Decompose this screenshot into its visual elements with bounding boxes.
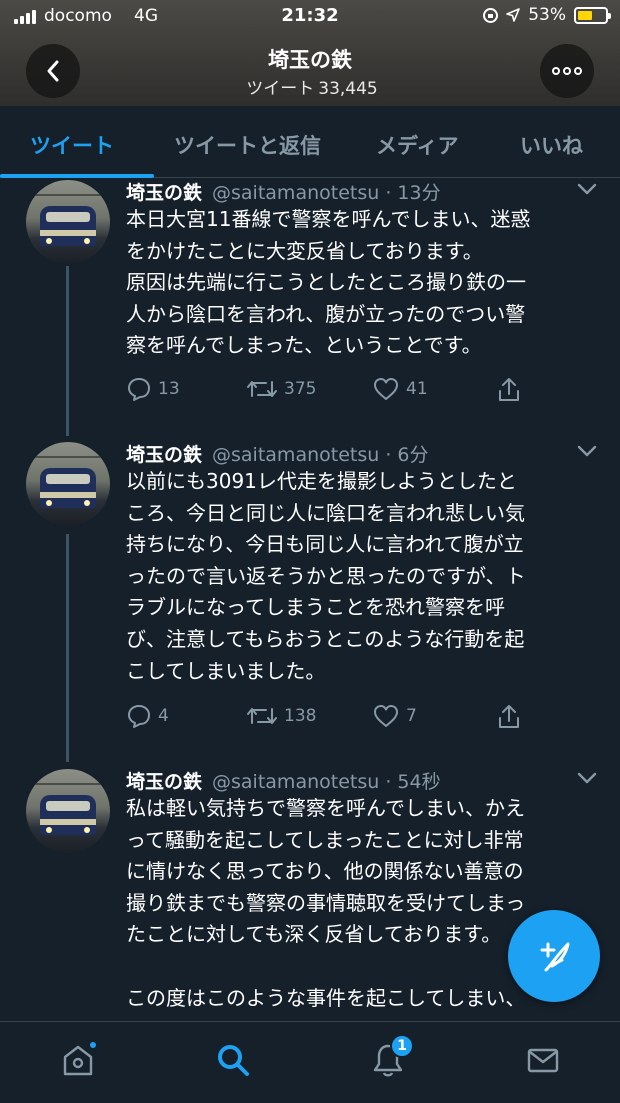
retweet-button[interactable]: 138	[246, 703, 316, 729]
search-icon	[218, 1045, 249, 1076]
retweet-icon	[247, 381, 277, 397]
like-button[interactable]: 41	[372, 376, 428, 402]
tweet-text: 以前にも3091レ代走を撮影しようとしたと ころ、今日と同じ人に陰口を言われ悲し…	[126, 469, 526, 683]
tweet-header: 埼玉の鉄 @saitamanotetsu · 54秒	[126, 767, 441, 794]
share-icon	[499, 378, 519, 401]
reply-button[interactable]: 4	[126, 703, 169, 729]
tweet-count-label: ツイート	[246, 79, 315, 99]
more-button[interactable]	[540, 44, 594, 98]
like-count: 7	[406, 706, 417, 726]
reply-icon	[128, 378, 150, 401]
like-icon	[374, 705, 398, 727]
tweet[interactable]: 埼玉の鉄 @saitamanotetsu · 6分 以前にも3091レ代走を撮影し…	[0, 440, 620, 765]
tweet-header: 埼玉の鉄 @saitamanotetsu · 13分	[126, 178, 441, 205]
chevron-down-icon[interactable]	[576, 444, 598, 458]
orientation-lock-icon	[483, 7, 499, 23]
share-button[interactable]	[496, 703, 522, 731]
tweet-author[interactable]: 埼玉の鉄	[126, 771, 202, 793]
tweet-text: 本日大宮11番線で警察を呼んでしまい、迷惑 をかけたことに大変反省しております。…	[126, 207, 531, 358]
compose-tweet-button[interactable]	[508, 910, 600, 1002]
more-icon	[552, 67, 582, 75]
tweet-author[interactable]: 埼玉の鉄	[126, 182, 202, 204]
nav-notifications[interactable]: 1	[368, 1034, 414, 1080]
reply-count: 4	[158, 706, 169, 726]
status-right: 53%	[483, 5, 611, 25]
tab-media[interactable]: メディア	[376, 130, 459, 160]
timeline: 埼玉の鉄 @saitamanotetsu · 13分 本日大宮11番線で警察を呼ん…	[0, 178, 620, 1021]
nav-messages[interactable]	[523, 1040, 563, 1080]
like-count: 41	[406, 379, 428, 399]
home-new-dot	[88, 1040, 98, 1050]
profile-tabs: ツイート ツイートと返信 メディア いいね	[0, 106, 620, 178]
tweet-count-value: 33,445	[318, 79, 378, 99]
compose-icon	[540, 942, 570, 972]
retweet-count: 375	[284, 379, 317, 399]
tweet-actions: 13 375 41	[126, 376, 556, 406]
battery-fill	[578, 10, 592, 20]
battery-percent: 53%	[528, 5, 566, 25]
tweet-count: ツイート 33,445	[0, 74, 620, 99]
retweet-icon	[247, 708, 277, 724]
tweet-header: 埼玉の鉄 @saitamanotetsu · 6分	[126, 440, 428, 467]
tweet-handle-time: @saitamanotetsu · 54秒	[212, 771, 441, 793]
status-bar: docomo 4G 21:32 53%	[0, 0, 620, 36]
chevron-down-icon[interactable]	[576, 182, 598, 196]
avatar[interactable]	[26, 180, 110, 264]
chevron-down-icon[interactable]	[576, 771, 598, 785]
location-icon	[506, 8, 521, 22]
reply-icon	[128, 705, 150, 728]
avatar[interactable]	[26, 769, 110, 853]
reply-count: 13	[158, 379, 180, 399]
tweet[interactable]: 埼玉の鉄 @saitamanotetsu · 13分 本日大宮11番線で警察を呼ん…	[0, 178, 620, 438]
tweet-handle-time: @saitamanotetsu · 6分	[212, 444, 429, 466]
bottom-nav: 1	[0, 1021, 620, 1103]
tab-likes[interactable]: いいね	[520, 130, 583, 160]
nav-search[interactable]	[213, 1040, 253, 1080]
avatar[interactable]	[26, 442, 110, 526]
retweet-count: 138	[284, 706, 317, 726]
tweet-author[interactable]: 埼玉の鉄	[126, 444, 202, 466]
retweet-button[interactable]: 375	[246, 376, 316, 402]
profile-name: 埼玉の鉄	[268, 48, 352, 72]
notifications-badge: 1	[390, 1034, 414, 1058]
profile-header: docomo 4G 21:32 53% 埼玉の鉄 ツイート 33,445	[0, 0, 620, 106]
like-button[interactable]: 7	[372, 703, 417, 729]
share-button[interactable]	[496, 376, 522, 404]
nav-home[interactable]	[58, 1040, 98, 1080]
tweet-handle-time: @saitamanotetsu · 13分	[212, 182, 441, 204]
tab-tweets-and-replies[interactable]: ツイートと返信	[174, 130, 321, 160]
like-icon	[374, 378, 398, 400]
tweet-actions: 4 138 7	[126, 703, 556, 733]
tab-tweets[interactable]: ツイート	[30, 130, 114, 160]
share-icon	[499, 705, 519, 728]
battery-icon	[574, 6, 611, 24]
messages-icon	[527, 1048, 559, 1073]
reply-button[interactable]: 13	[126, 376, 180, 402]
